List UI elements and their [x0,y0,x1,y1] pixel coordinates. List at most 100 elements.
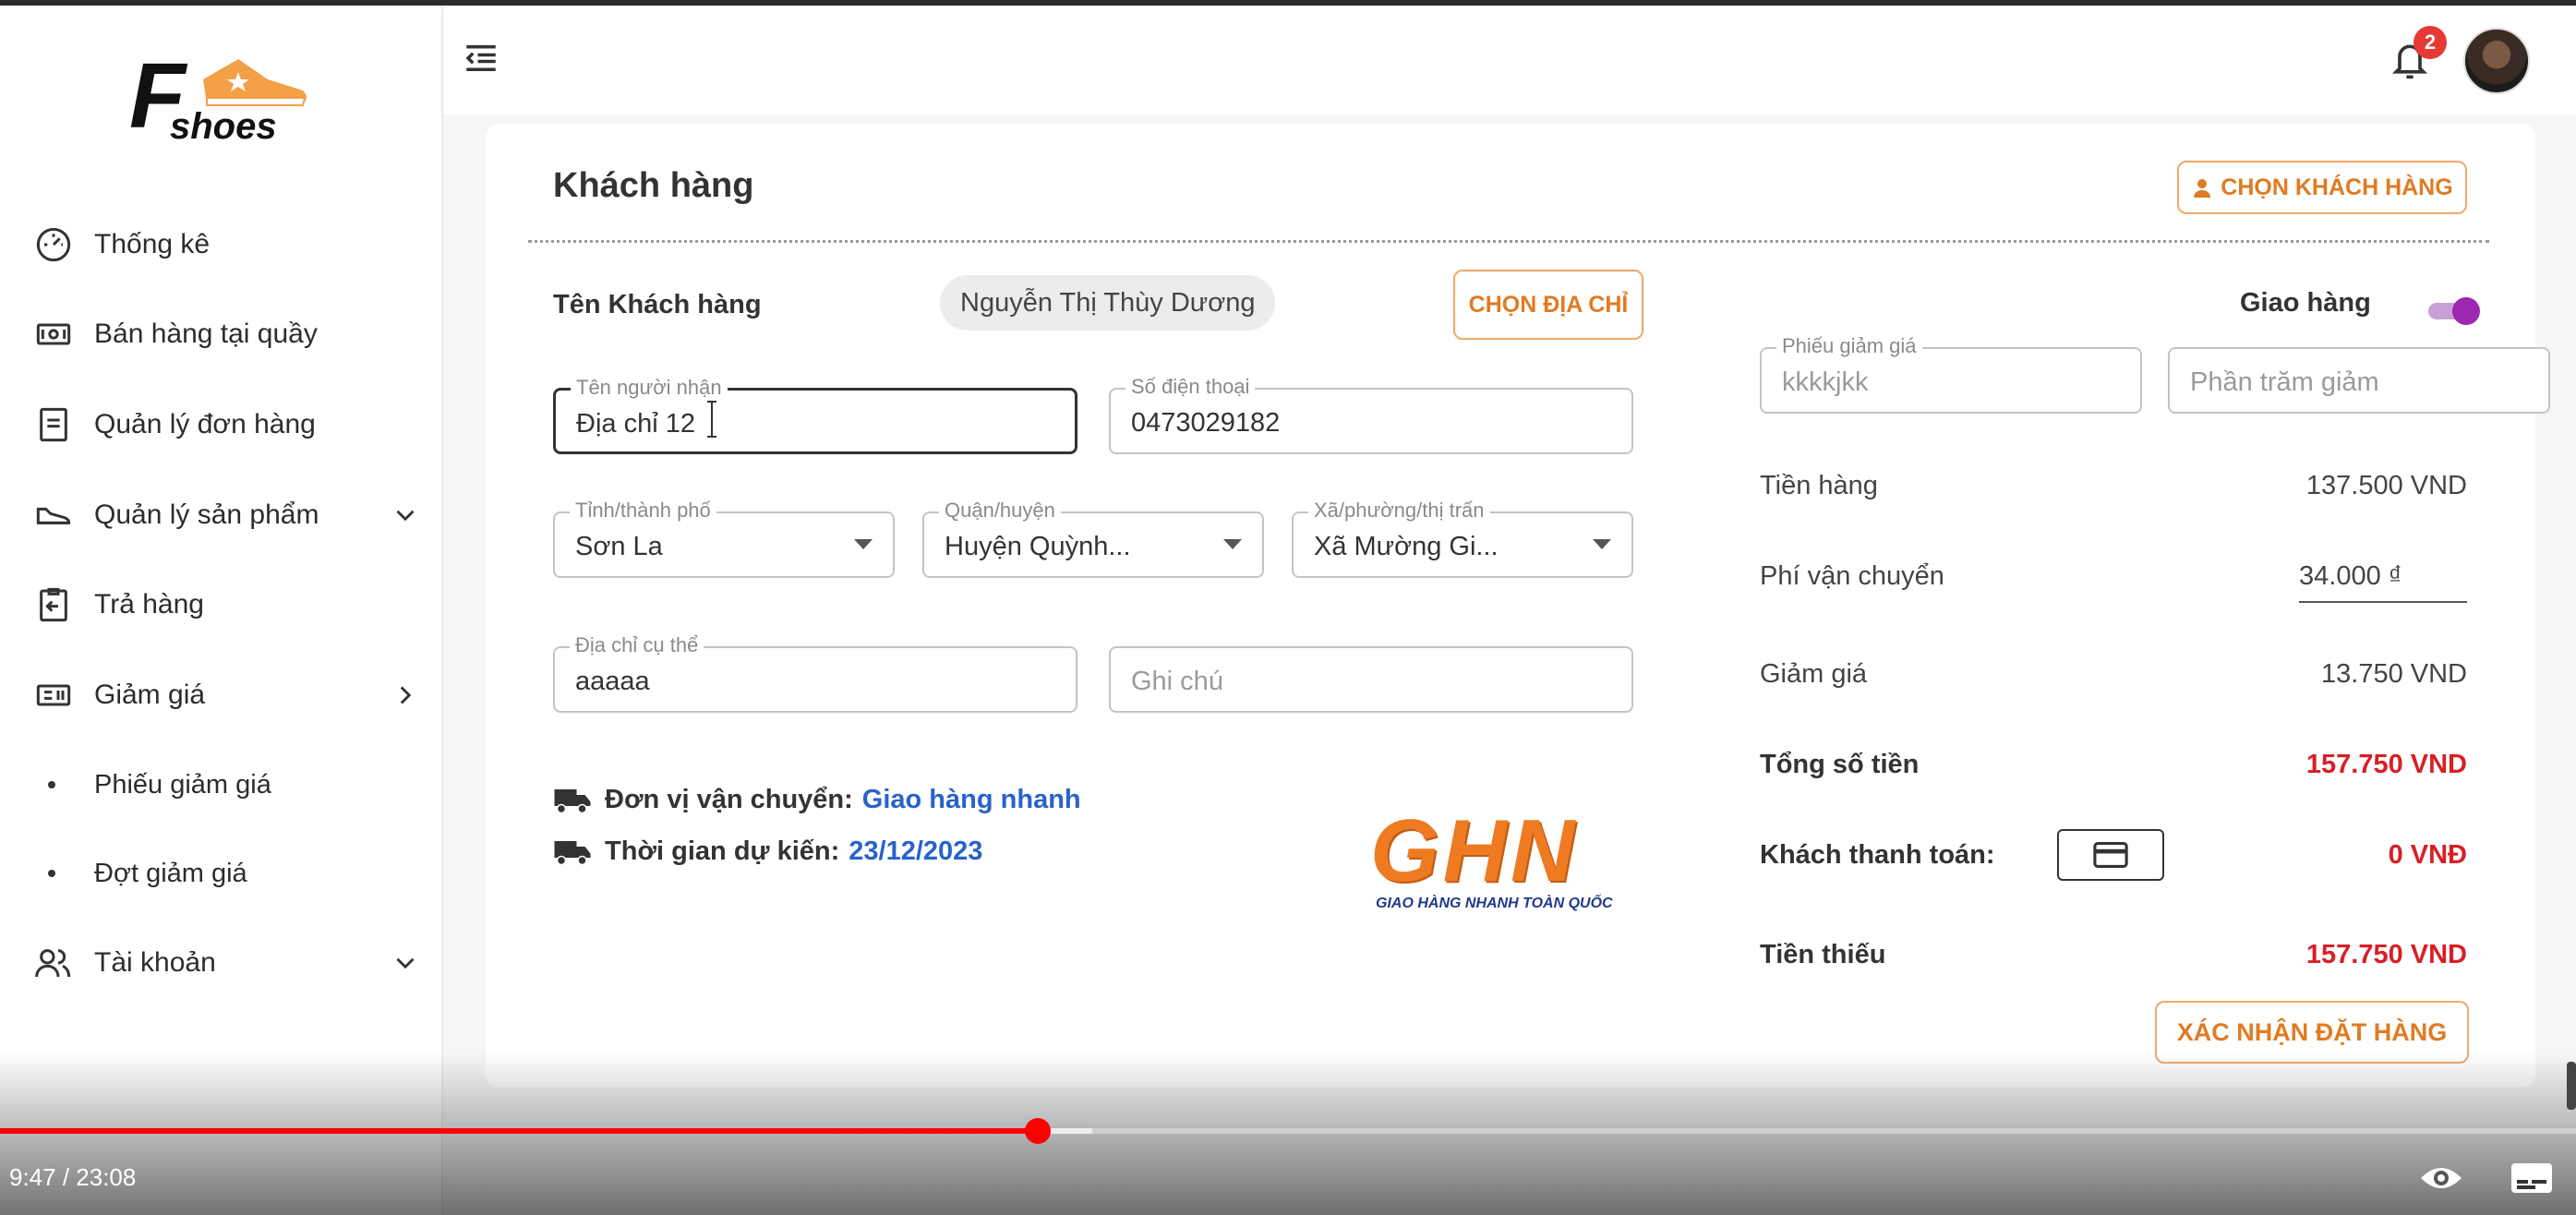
field-value: Huyện Quỳnh... [945,532,1131,561]
users-icon [33,943,74,983]
progress-played [0,1128,1039,1134]
phone-field[interactable]: Số điện thoại 0473029182 [1109,375,1633,454]
field-label: Số điện thoại [1125,375,1256,399]
ward-select[interactable]: Xã/phường/thị trấn Xã Mường Gi... [1292,499,1633,578]
voucher-field[interactable]: Phiếu giảm giá kkkkjkk [1760,334,2142,414]
district-select[interactable]: Quận/huyện Huyện Quỳnh... [922,499,1264,578]
delivery-label: Giao hàng [2240,288,2371,318]
field-value: Xã Mường Gi... [1314,532,1499,561]
dropdown-arrow-icon [854,539,873,549]
notification-bell-icon[interactable]: 2 [2389,26,2447,92]
customer-name-label: Tên Khách hàng [553,290,762,319]
svg-text:shoes: shoes [170,106,277,147]
user-avatar[interactable] [2463,28,2530,94]
shipping-fee-input[interactable]: 34.000 ₫ [2299,561,2467,603]
top-header: 2 [443,6,2576,114]
ghn-logo-subtitle: GIAO HÀNG NHANH TOÀN QUỐC [1376,896,1613,911]
total-label: Tổng số tiền [1760,750,1920,779]
divider [528,240,2489,243]
percent-discount-field[interactable]: Phần trăm giảm [2168,347,2550,414]
discount-label: Giảm giá [1760,659,1868,689]
page-scrollbar[interactable] [2567,1062,2576,1110]
field-value: Địa chỉ 12 [576,409,695,439]
return-icon [33,584,74,625]
video-controls-overlay [0,1053,2576,1215]
sidebar-subitem-label: Phiếu giảm giá [94,769,271,800]
shoe-icon [33,495,74,535]
card-title: Khách hàng [553,166,754,205]
eye-icon[interactable] [2419,1160,2463,1197]
missing-amount-value: 157.750 VND [2305,940,2467,969]
sidebar-item-tai-khoan[interactable]: Tài khoản [33,931,421,995]
document-icon [33,404,74,445]
sidebar-subitem-dot-giam-gia[interactable]: Đợt giảm giá [48,846,247,901]
bullet [48,870,55,877]
cash-icon [33,314,74,355]
sidebar-item-tra-hang[interactable]: Trả hàng [33,572,421,637]
sidebar: F shoes Thống kê Bán hàng tại quầy Quản … [0,6,443,1215]
eta-line: Thời gian dự kiến: 23/12/2023 [553,836,982,867]
goods-label: Tiền hàng [1760,471,1878,500]
sidebar-item-quan-ly-san-pham[interactable]: Quản lý sản phẩm [33,483,421,547]
toggle-knob [2452,297,2480,325]
truck-icon [554,840,591,865]
sidebar-item-label: Giảm giá [94,680,206,710]
customer-name-chip: Nguyễn Thị Thùy Dương [940,275,1276,331]
sidebar-item-label: Trả hàng [94,589,204,620]
sidebar-item-label: Bán hàng tại quầy [94,319,318,349]
total-value: 157.750 VND [2305,750,2467,779]
sidebar-item-quan-ly-don-hang[interactable]: Quản lý đơn hàng [33,392,421,457]
choose-customer-button[interactable]: CHỌN KHÁCH HÀNG [2177,161,2467,214]
coupon-icon [33,675,74,716]
ghn-logo: GHN GIAO HÀNG NHANH TOÀN QUỐC [1370,807,1666,918]
customer-paid-label: Khách thanh toán: [1760,840,1995,870]
fshoes-logo[interactable]: F shoes [129,42,323,149]
discount-value: 13.750 VND [2321,659,2467,689]
field-value: Sơn La [575,532,663,561]
field-value: kkkkjkk [1782,367,1869,397]
chevron-down-icon [390,499,421,531]
carrier-value: Giao hàng nhanh [861,785,1081,814]
goods-value: 137.500 VND [2305,471,2467,500]
field-label: Phiếu giảm giá [1776,334,1922,358]
shipping-fee-label: Phí vận chuyển [1760,561,1944,591]
menu-collapse-icon[interactable] [462,39,500,78]
customer-card: Khách hàng CHỌN KHÁCH HÀNG Tên Khách hàn… [486,124,2550,1088]
main-content: Khách hàng CHỌN KHÁCH HÀNG Tên Khách hàn… [443,114,2576,1215]
field-placeholder: Phần trăm giảm [2190,367,2379,397]
field-label: Địa chỉ cụ thể [570,633,704,657]
field-value: aaaaa [575,667,650,696]
sidebar-item-giam-gia[interactable]: Giảm giá [33,663,421,728]
bullet [48,781,55,788]
dropdown-arrow-icon [1223,539,1242,549]
truck-icon [554,788,591,813]
note-field[interactable]: Ghi chú [1109,646,1633,713]
delivery-toggle[interactable] [2428,297,2480,325]
field-label: Xã/phường/thị trấn [1308,499,1490,523]
sidebar-item-label: Quản lý sản phẩm [94,499,319,530]
field-placeholder: Ghi chú [1131,667,1223,696]
choose-address-button[interactable]: CHỌN ĐỊA CHỈ [1453,270,1643,340]
video-timecode: 9:47 / 23:08 [9,1163,137,1191]
sidebar-subitem-phieu-giam-gia[interactable]: Phiếu giảm giá [48,757,271,812]
field-label: Tên người nhận [571,376,728,400]
credit-card-icon [2093,842,2128,868]
field-label: Tỉnh/thành phố [570,499,716,523]
recipient-name-field[interactable]: Tên người nhận Địa chỉ 12 [553,376,1077,454]
chevron-down-icon [390,947,421,979]
province-select[interactable]: Tỉnh/thành phố Sơn La [553,499,895,578]
sidebar-item-thong-ke[interactable]: Thống kê [33,212,421,277]
sidebar-item-label: Quản lý đơn hàng [94,409,316,439]
carrier-label: Đơn vị vận chuyển: [605,785,853,814]
missing-amount-label: Tiền thiếu [1760,940,1886,969]
address-detail-field[interactable]: Địa chỉ cụ thể aaaaa [553,633,1077,713]
subtitles-icon[interactable] [2510,1161,2554,1195]
sidebar-item-ban-hang[interactable]: Bán hàng tại quầy [33,302,421,367]
choose-customer-label: CHỌN KHÁCH HÀNG [2221,174,2453,200]
payment-method-button[interactable] [2057,829,2164,881]
eta-label: Thời gian dự kiến: [605,836,840,866]
field-value: 0473029182 [1131,408,1281,438]
customer-paid-value: 0 VNĐ [2388,840,2467,870]
person-icon [2194,179,2211,198]
sidebar-subitem-label: Đợt giảm giá [94,858,247,888]
